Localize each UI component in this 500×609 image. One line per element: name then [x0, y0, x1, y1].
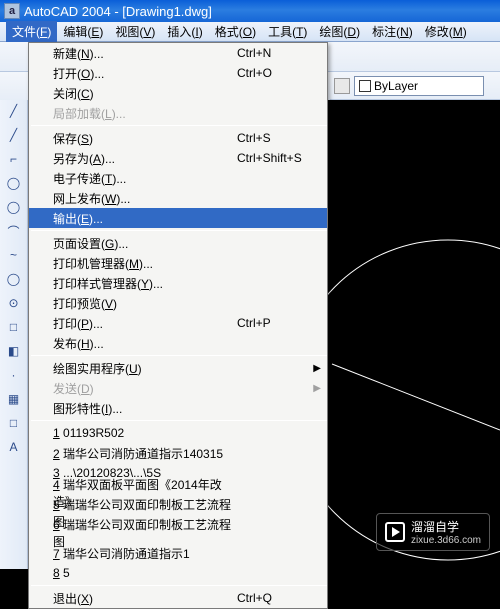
draw-tool-4[interactable]: ◯	[5, 198, 23, 216]
menu-t[interactable]: 工具(T)	[262, 21, 313, 42]
menu-item-label: 局部加载(L)...	[53, 105, 237, 122]
menu-item-label: 2 瑞华公司消防通道指示140315	[53, 445, 237, 462]
menu-item-label: 打印样式管理器(Y)...	[53, 275, 237, 292]
layer-toolbar: ByLayer	[330, 72, 500, 100]
menu-item-shortcut: Ctrl+Shift+S	[237, 151, 327, 165]
window-title: AutoCAD 2004 - [Drawing1.dwg]	[24, 4, 212, 19]
draw-tool-9[interactable]: □	[5, 318, 23, 336]
menu-item-2[interactable]: 2 瑞华公司消防通道指示140315	[29, 443, 327, 463]
menu-item-label: 绘图实用程序(U)	[53, 360, 237, 377]
layer-dropdown-icon[interactable]	[334, 78, 350, 94]
menu-item-label: 1 01193R502	[53, 426, 237, 440]
menu-item-A[interactable]: 另存为(A)...Ctrl+Shift+S	[29, 148, 327, 168]
menu-item-label: 电子传递(T)...	[53, 170, 237, 187]
menu-f[interactable]: 文件(F)	[6, 21, 57, 42]
menu-item-label: 打印机管理器(M)...	[53, 255, 237, 272]
draw-tool-10[interactable]: ◧	[5, 342, 23, 360]
menu-o[interactable]: 格式(O)	[209, 21, 262, 42]
menu-item-shortcut: Ctrl+O	[237, 66, 327, 80]
menu-item-M[interactable]: 打印机管理器(M)...	[29, 253, 327, 273]
watermark-name: 溜溜自学	[411, 520, 459, 534]
menu-m[interactable]: 修改(M)	[419, 21, 473, 42]
menu-item-label: 发布(H)...	[53, 335, 237, 352]
menu-item-8[interactable]: 8 5	[29, 563, 327, 583]
color-swatch-icon	[359, 80, 371, 92]
title-bar: a AutoCAD 2004 - [Drawing1.dwg]	[0, 0, 500, 22]
draw-toolbar: ╱ ╱ ⌐ ◯ ◯ ⌒ ~ ◯ ⊙ □ ◧ · ▦ □ A	[0, 100, 28, 569]
menu-item-V[interactable]: 打印预览(V)	[29, 293, 327, 313]
menu-item-S[interactable]: 保存(S)Ctrl+S	[29, 128, 327, 148]
app-icon: a	[4, 3, 20, 19]
menu-e[interactable]: 编辑(E)	[57, 21, 109, 42]
menu-item-X[interactable]: 退出(X)Ctrl+Q	[29, 588, 327, 608]
menu-item-H[interactable]: 发布(H)...	[29, 333, 327, 353]
draw-tool-8[interactable]: ⊙	[5, 294, 23, 312]
menu-separator	[31, 355, 327, 356]
draw-tool-12[interactable]: ▦	[5, 390, 23, 408]
menu-item-G[interactable]: 页面设置(G)...	[29, 233, 327, 253]
menu-item-L: 局部加载(L)...	[29, 103, 327, 123]
menu-item-shortcut: Ctrl+P	[237, 316, 327, 330]
draw-tool-2[interactable]: ⌐	[5, 150, 23, 168]
draw-tool-13[interactable]: □	[5, 414, 23, 432]
watermark: 溜溜自学 zixue.3d66.com	[376, 513, 490, 551]
draw-tool-7[interactable]: ◯	[5, 270, 23, 288]
menu-separator	[31, 585, 327, 586]
menu-item-P[interactable]: 打印(P)...Ctrl+P	[29, 313, 327, 333]
play-icon	[385, 522, 405, 542]
draw-tool-0[interactable]: ╱	[5, 102, 23, 120]
menu-item-label: 8 5	[53, 566, 237, 580]
watermark-url: zixue.3d66.com	[411, 535, 481, 546]
file-menu-dropdown: 新建(N)...Ctrl+N打开(O)...Ctrl+O关闭(C)局部加载(L)…	[28, 42, 328, 609]
menu-v[interactable]: 视图(V)	[109, 21, 161, 42]
menu-item-label: 关闭(C)	[53, 85, 237, 102]
menu-i[interactable]: 插入(I)	[161, 21, 208, 42]
menu-item-label: 打印预览(V)	[53, 295, 237, 312]
layer-name: ByLayer	[374, 79, 418, 93]
draw-tool-5[interactable]: ⌒	[5, 222, 23, 240]
menu-item-shortcut: Ctrl+Q	[237, 591, 327, 605]
menu-item-D: 发送(D) ▶	[29, 378, 327, 398]
menu-item-Y[interactable]: 打印样式管理器(Y)...	[29, 273, 327, 293]
menu-item-T[interactable]: 电子传递(T)...	[29, 168, 327, 188]
menu-item-U[interactable]: 绘图实用程序(U) ▶	[29, 358, 327, 378]
menu-item-O[interactable]: 打开(O)...Ctrl+O	[29, 63, 327, 83]
menu-item-E[interactable]: 输出(E)...	[29, 208, 327, 228]
menu-item-label: 图形特性(I)...	[53, 400, 237, 417]
menu-n[interactable]: 标注(N)	[366, 21, 419, 42]
draw-tool-6[interactable]: ~	[5, 246, 23, 264]
menu-item-label: 页面设置(G)...	[53, 235, 237, 252]
menu-item-6[interactable]: 6 瑞瑞华公司双面印制板工艺流程图	[29, 523, 327, 543]
menu-item-label: 保存(S)	[53, 130, 237, 147]
layer-combo[interactable]: ByLayer	[354, 76, 484, 96]
menu-item-7[interactable]: 7 瑞华公司消防通道指示1	[29, 543, 327, 563]
menu-d[interactable]: 绘图(D)	[313, 21, 366, 42]
draw-tool-14[interactable]: A	[5, 438, 23, 456]
menu-separator	[31, 420, 327, 421]
menu-item-I[interactable]: 图形特性(I)...	[29, 398, 327, 418]
draw-tool-3[interactable]: ◯	[5, 174, 23, 192]
menu-item-W[interactable]: 网上发布(W)...	[29, 188, 327, 208]
menu-separator	[31, 230, 327, 231]
menu-item-1[interactable]: 1 01193R502	[29, 423, 327, 443]
submenu-arrow-icon: ▶	[313, 363, 321, 374]
menu-item-C[interactable]: 关闭(C)	[29, 83, 327, 103]
menu-item-label: 另存为(A)...	[53, 150, 237, 167]
draw-tool-1[interactable]: ╱	[5, 126, 23, 144]
menu-item-label: 退出(X)	[53, 590, 237, 607]
menu-item-label: 网上发布(W)...	[53, 190, 237, 207]
menu-item-N[interactable]: 新建(N)...Ctrl+N	[29, 43, 327, 63]
menu-item-shortcut: Ctrl+S	[237, 131, 327, 145]
menu-item-label: 输出(E)...	[53, 210, 237, 227]
menu-item-label: 打印(P)...	[53, 315, 237, 332]
menu-item-label: 新建(N)...	[53, 45, 237, 62]
submenu-arrow-icon: ▶	[313, 383, 321, 394]
menu-item-shortcut: Ctrl+N	[237, 46, 327, 60]
draw-tool-11[interactable]: ·	[5, 366, 23, 384]
menu-item-label: 7 瑞华公司消防通道指示1	[53, 545, 237, 562]
menu-bar: 文件(F)编辑(E)视图(V)插入(I)格式(O)工具(T)绘图(D)标注(N)…	[0, 22, 500, 42]
menu-separator	[31, 125, 327, 126]
menu-item-label: 发送(D)	[53, 380, 237, 397]
menu-item-label: 打开(O)...	[53, 65, 237, 82]
